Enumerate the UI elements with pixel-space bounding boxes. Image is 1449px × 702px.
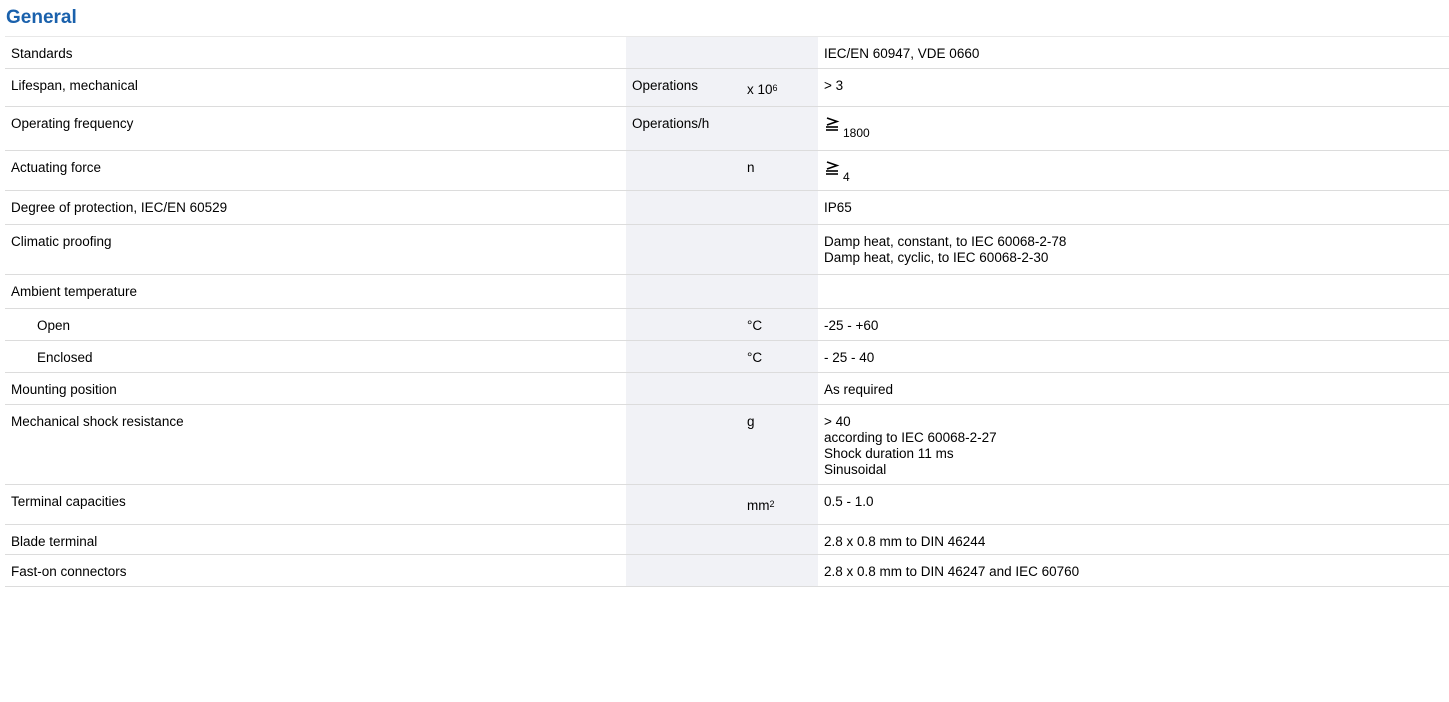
spec-unit: [626, 274, 741, 309]
spec-label: Actuating force: [5, 150, 626, 191]
spec-value: Damp heat, constant, to IEC 60068-2-78 Da…: [818, 224, 1449, 275]
spec-row: Operating frequency Operations/h 1800: [5, 106, 1449, 151]
spec-unit: [626, 308, 741, 341]
spec-multiplier: n: [741, 150, 818, 191]
spec-row: Actuating force n 4: [5, 150, 1449, 191]
multiplier-superscript: 6: [772, 83, 778, 93]
spec-multiplier: [741, 36, 818, 69]
spec-value: 1800: [818, 106, 1449, 151]
spec-unit: [626, 190, 741, 225]
value-line: Shock duration 11 ms: [824, 446, 954, 461]
spec-row: Standards IEC/EN 60947, VDE 0660: [5, 36, 1449, 69]
multiplier-text: x 106: [747, 78, 778, 98]
spec-value: > 40 according to IEC 60068-2-27 Shock dur…: [818, 404, 1449, 485]
spec-row: Open °C -25 - +60: [5, 308, 1449, 341]
spec-label: Open: [5, 308, 626, 341]
spec-page: General Standards IEC/EN 60947, VDE 0660 L…: [0, 0, 1449, 702]
spec-value: 2.8 x 0.8 mm to DIN 46247 and IEC 60760: [818, 554, 1449, 587]
spec-value: -25 - +60: [818, 308, 1449, 341]
spec-value: As required: [818, 372, 1449, 405]
value-line: - 25 - 40: [824, 350, 875, 365]
spec-table: Standards IEC/EN 60947, VDE 0660 Lifespan,…: [5, 36, 1449, 587]
spec-label: Ambient temperature: [5, 274, 626, 309]
spec-value: - 25 - 40: [818, 340, 1449, 373]
spec-label: Enclosed: [5, 340, 626, 373]
spec-row: Mounting position As required: [5, 372, 1449, 405]
value-subscript: 1800: [843, 126, 870, 140]
spec-row: Mechanical shock resistance g > 40 accordin…: [5, 404, 1449, 485]
value-line: Damp heat, cyclic, to IEC 60068-2-30: [824, 250, 1049, 265]
spec-unit: [626, 554, 741, 587]
spec-multiplier: [741, 190, 818, 225]
spec-value: 2.8 x 0.8 mm to DIN 46244: [818, 524, 1449, 555]
spec-row: Lifespan, mechanical Operations x 106 > 3: [5, 68, 1449, 107]
spec-unit: [626, 150, 741, 191]
value-line: Damp heat, constant, to IEC 60068-2-78: [824, 234, 1067, 249]
spec-label: Degree of protection, IEC/EN 60529: [5, 190, 626, 225]
spec-label: Fast-on connectors: [5, 554, 626, 587]
value-line: > 40: [824, 414, 851, 429]
spec-unit: [626, 36, 741, 69]
value-line: Sinusoidal: [824, 462, 887, 477]
spec-value: > 3: [818, 68, 1449, 107]
spec-label: Lifespan, mechanical: [5, 68, 626, 107]
spec-unit: [626, 524, 741, 555]
spec-row: Degree of protection, IEC/EN 60529 IP65: [5, 190, 1449, 225]
spec-value: 0.5 - 1.0: [818, 484, 1449, 525]
spec-value: 4: [818, 150, 1449, 191]
less-or-equal-icon: [824, 116, 840, 132]
spec-unit: [626, 224, 741, 275]
spec-value: IP65: [818, 190, 1449, 225]
value-line: 0.5 - 1.0: [824, 494, 874, 509]
spec-multiplier: [741, 554, 818, 587]
spec-unit: [626, 484, 741, 525]
spec-label: Standards: [5, 36, 626, 69]
spec-unit: [626, 404, 741, 485]
value-line: IP65: [824, 200, 852, 215]
spec-label: Mechanical shock resistance: [5, 404, 626, 485]
section-title: General: [6, 7, 77, 28]
spec-multiplier: [741, 274, 818, 309]
value-subscript: 4: [843, 170, 850, 184]
spec-label: Terminal capacities: [5, 484, 626, 525]
multiplier-text: mm2: [747, 494, 775, 514]
value-line: -25 - +60: [824, 318, 879, 333]
spec-unit: [626, 372, 741, 405]
spec-multiplier: x 106: [741, 68, 818, 107]
spec-unit: Operations: [626, 68, 741, 107]
spec-row: Blade terminal 2.8 x 0.8 mm to DIN 46244: [5, 524, 1449, 555]
spec-row: Terminal capacities mm2 0.5 - 1.0: [5, 484, 1449, 525]
value-line: 2.8 x 0.8 mm to DIN 46244: [824, 534, 986, 549]
spec-label: Mounting position: [5, 372, 626, 405]
spec-unit: [626, 340, 741, 373]
value-line: IEC/EN 60947, VDE 0660: [824, 46, 980, 61]
spec-multiplier: [741, 524, 818, 555]
spec-table-body: Standards IEC/EN 60947, VDE 0660 Lifespan,…: [5, 36, 1449, 587]
spec-multiplier: °C: [741, 308, 818, 341]
multiplier-base: x 10: [747, 82, 773, 97]
spec-label: Blade terminal: [5, 524, 626, 555]
spec-multiplier: °C: [741, 340, 818, 373]
spec-multiplier: [741, 372, 818, 405]
spec-row: Fast-on connectors 2.8 x 0.8 mm to DIN 46…: [5, 554, 1449, 587]
value-line: 2.8 x 0.8 mm to DIN 46247 and IEC 60760: [824, 564, 1080, 579]
spec-label: Operating frequency: [5, 106, 626, 151]
spec-multiplier: mm2: [741, 484, 818, 525]
value-line: according to IEC 60068-2-27: [824, 430, 997, 445]
spec-row: Enclosed °C - 25 - 40: [5, 340, 1449, 373]
multiplier-base: mm: [747, 498, 770, 513]
spec-value: [818, 274, 1449, 309]
multiplier-superscript: 2: [769, 499, 775, 509]
less-or-equal-icon: [824, 160, 840, 176]
value-line: As required: [824, 382, 894, 397]
spec-multiplier: g: [741, 404, 818, 485]
spec-row: Ambient temperature: [5, 274, 1449, 309]
value-line: > 3: [824, 78, 844, 93]
spec-multiplier: [741, 106, 818, 151]
spec-row: Climatic proofing Damp heat, constant, to…: [5, 224, 1449, 275]
spec-unit: Operations/h: [626, 106, 741, 151]
spec-value: IEC/EN 60947, VDE 0660: [818, 36, 1449, 69]
spec-label: Climatic proofing: [5, 224, 626, 275]
spec-multiplier: [741, 224, 818, 275]
